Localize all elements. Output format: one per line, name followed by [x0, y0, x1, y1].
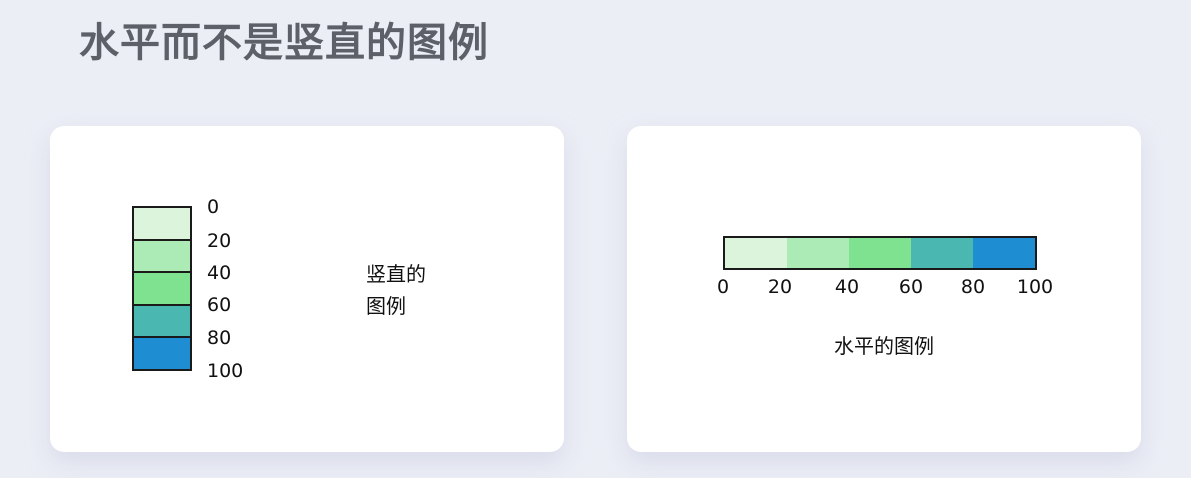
horizontal-tick-label: 80 [960, 276, 986, 298]
vertical-tick-label: 40 [207, 262, 232, 284]
horizontal-legend-card: 0 20 40 60 80 100 水平的图例 [627, 126, 1141, 452]
vertical-swatch-1 [134, 208, 190, 241]
vertical-caption-line-2: 图例 [366, 294, 406, 318]
horizontal-swatch-1 [725, 238, 787, 268]
horizontal-tick-label: 40 [834, 276, 860, 298]
horizontal-swatch-5 [973, 238, 1035, 268]
vertical-swatch-3 [134, 273, 190, 306]
vertical-legend-caption: 竖直的 图例 [366, 258, 446, 322]
vertical-caption-line-1: 竖直的 [366, 262, 426, 286]
horizontal-tick-label: 100 [1016, 276, 1054, 298]
horizontal-swatch-3 [849, 238, 911, 268]
vertical-swatch-2 [134, 240, 190, 274]
vertical-tick-label: 100 [207, 360, 244, 382]
horizontal-tick-label: 20 [767, 276, 793, 298]
vertical-legend-card: 0 20 40 60 80 100 竖直的 图例 [50, 126, 564, 452]
vertical-tick-label: 60 [207, 294, 232, 316]
horizontal-tick-label: 0 [716, 276, 730, 298]
vertical-color-legend [132, 206, 192, 371]
horizontal-legend-caption: 水平的图例 [834, 334, 934, 358]
horizontal-color-legend [723, 236, 1037, 270]
vertical-swatch-4 [134, 305, 190, 339]
page-title: 水平而不是竖直的图例 [79, 20, 489, 66]
horizontal-tick-label: 60 [898, 276, 924, 298]
vertical-swatch-5 [134, 338, 190, 369]
horizontal-swatch-4 [911, 238, 973, 268]
vertical-tick-label: 80 [207, 327, 232, 349]
vertical-tick-label: 20 [207, 230, 232, 252]
vertical-tick-label: 0 [207, 196, 220, 218]
horizontal-swatch-2 [787, 238, 849, 268]
